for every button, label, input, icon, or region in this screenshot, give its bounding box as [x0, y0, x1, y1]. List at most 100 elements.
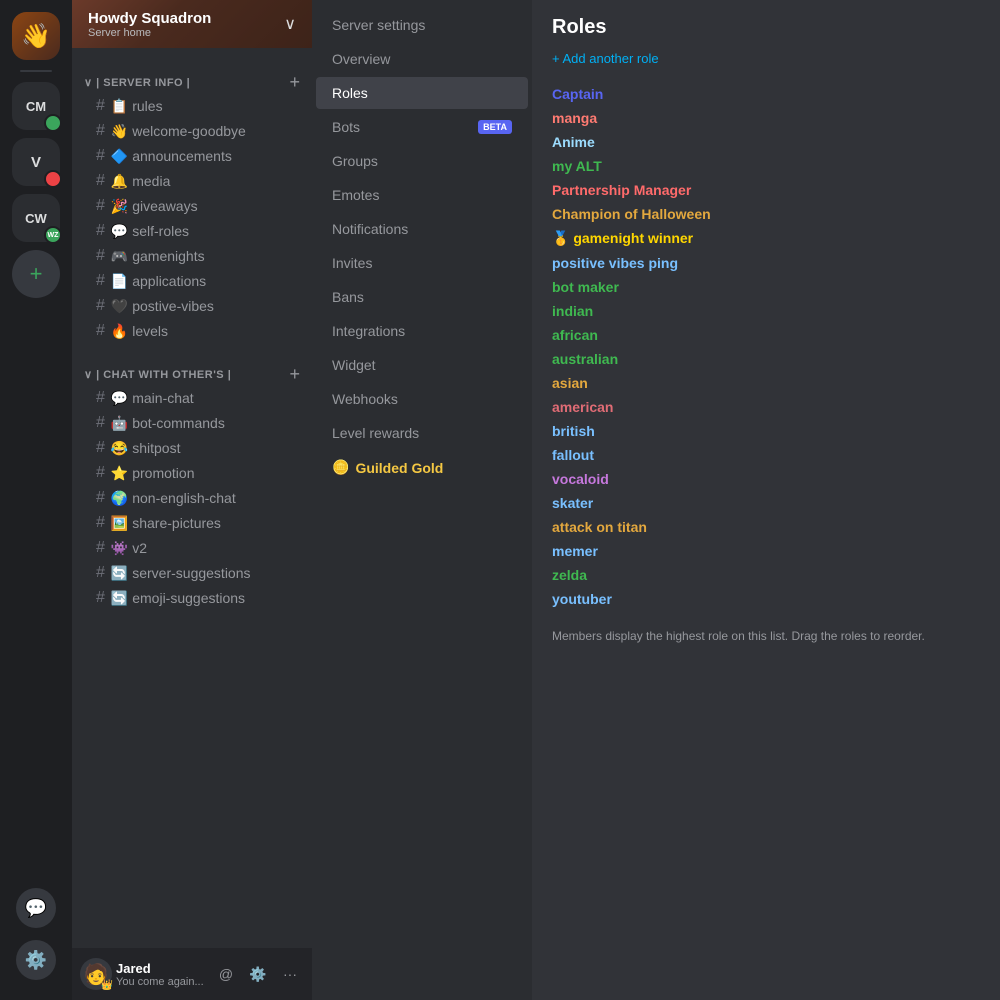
- category-header-chat[interactable]: ∨ | Chat With other's | +: [80, 364, 304, 385]
- hash-icon: #: [96, 147, 105, 165]
- settings-item-overview[interactable]: Overview: [316, 43, 528, 75]
- beta-badge: BETA: [478, 120, 512, 134]
- category-header-server-info[interactable]: ∨ | Server Info | +: [80, 72, 304, 93]
- channel-levels[interactable]: # 🔥 levels: [84, 319, 300, 343]
- role-item-bot-maker[interactable]: bot maker: [552, 275, 980, 299]
- server-icon-cw[interactable]: CW WZ: [12, 194, 60, 242]
- channel-postive-vibes[interactable]: # 🖤 postive-vibes: [84, 294, 300, 318]
- settings-item-bots[interactable]: Bots BETA: [316, 111, 528, 143]
- hash-icon: #: [96, 514, 105, 532]
- settings-item-bans[interactable]: Bans: [316, 281, 528, 313]
- more-button[interactable]: ···: [276, 960, 304, 988]
- role-item-manga[interactable]: manga: [552, 106, 980, 130]
- channel-v2[interactable]: # 👾 v2: [84, 536, 300, 560]
- user-controls: @ ⚙️ ···: [212, 960, 304, 988]
- channel-main-chat[interactable]: # 💬 main-chat: [84, 386, 300, 410]
- server-icon-cm[interactable]: CM: [12, 82, 60, 130]
- hash-icon: #: [96, 389, 105, 407]
- add-role-button[interactable]: + Add another role: [552, 51, 980, 66]
- user-info: Jared You come again...: [116, 961, 208, 988]
- role-item-zelda[interactable]: zelda: [552, 563, 980, 587]
- server-icon-howdy[interactable]: 👋: [12, 12, 60, 60]
- add-server-button[interactable]: +: [12, 250, 60, 298]
- server-icon-cw-badge: WZ: [44, 226, 62, 244]
- role-item-partnership-manager[interactable]: Partnership Manager: [552, 178, 980, 202]
- channel-shitpost[interactable]: # 😂 shitpost: [84, 436, 300, 460]
- role-item-attack-on-titan[interactable]: attack on titan: [552, 515, 980, 539]
- server-name: Howdy Squadron: [88, 10, 211, 27]
- channel-giveaways[interactable]: # 🎉 giveaways: [84, 194, 300, 218]
- server-header-chevron-icon: ∨: [284, 14, 296, 34]
- settings-item-widget[interactable]: Widget: [316, 349, 528, 381]
- settings-item-roles[interactable]: Roles: [316, 77, 528, 109]
- hash-icon: #: [96, 439, 105, 457]
- hash-icon: #: [96, 464, 105, 482]
- settings-item-integrations[interactable]: Integrations: [316, 315, 528, 347]
- server-icon-v-badge: [44, 170, 62, 188]
- hash-icon: #: [96, 197, 105, 215]
- user-name: Jared: [116, 961, 208, 976]
- role-item-positive-vibes-ping[interactable]: positive vibes ping: [552, 251, 980, 275]
- role-item-youtuber[interactable]: youtuber: [552, 587, 980, 611]
- hash-icon: #: [96, 122, 105, 140]
- settings-button[interactable]: ⚙️: [244, 960, 272, 988]
- role-item-champion-of-halloween[interactable]: Champion of Halloween: [552, 202, 980, 226]
- category-name-chat: ∨ | Chat With other's |: [84, 368, 231, 381]
- settings-item-notifications[interactable]: Notifications: [316, 213, 528, 245]
- role-item-australian[interactable]: australian: [552, 347, 980, 371]
- settings-icon-sidebar[interactable]: ⚙️: [16, 940, 56, 980]
- role-item-british[interactable]: british: [552, 419, 980, 443]
- role-item-fallout[interactable]: fallout: [552, 443, 980, 467]
- channel-applications[interactable]: # 📄 applications: [84, 269, 300, 293]
- messaging-icon[interactable]: 💬: [16, 888, 56, 928]
- channel-media[interactable]: # 🔔 media: [84, 169, 300, 193]
- role-item----gamenight-winner[interactable]: 🥇 gamenight winner: [552, 226, 980, 251]
- server-icon-cm-badge: [44, 114, 62, 132]
- channel-server-suggestions[interactable]: # 🔄 server-suggestions: [84, 561, 300, 585]
- hash-icon: #: [96, 589, 105, 607]
- channel-self-roles[interactable]: # 💬 self-roles: [84, 219, 300, 243]
- server-icon-v[interactable]: V: [12, 138, 60, 186]
- channel-welcome-goodbye[interactable]: # 👋 welcome-goodbye: [84, 119, 300, 143]
- user-avatar-container: 🧑 👑: [80, 958, 112, 990]
- settings-item-guilded-gold[interactable]: 🪙 Guilded Gold: [316, 451, 528, 484]
- settings-item-webhooks[interactable]: Webhooks: [316, 383, 528, 415]
- channel-rules[interactable]: # 📋 rules: [84, 94, 300, 118]
- server-header-text: Howdy Squadron Server home: [88, 10, 211, 39]
- role-item-asian[interactable]: asian: [552, 371, 980, 395]
- server-header[interactable]: Howdy Squadron Server home ∨: [72, 0, 312, 48]
- settings-item-level-rewards[interactable]: Level rewards: [316, 417, 528, 449]
- user-area: 🧑 👑 Jared You come again... @ ⚙️ ···: [72, 948, 312, 1000]
- settings-item-emotes[interactable]: Emotes: [316, 179, 528, 211]
- role-item-african[interactable]: african: [552, 323, 980, 347]
- category-server-info: ∨ | Server Info | + # 📋 rules # 👋 welcom…: [72, 56, 312, 348]
- channel-non-english-chat[interactable]: # 🌍 non-english-chat: [84, 486, 300, 510]
- role-item-my-alt[interactable]: my ALT: [552, 154, 980, 178]
- category-add-chat[interactable]: +: [289, 364, 300, 385]
- hash-icon: #: [96, 414, 105, 432]
- role-item-memer[interactable]: memer: [552, 539, 980, 563]
- role-item-vocaloid[interactable]: vocaloid: [552, 467, 980, 491]
- guilded-coin-icon: 🪙: [332, 459, 349, 476]
- role-item-captain[interactable]: Captain: [552, 82, 980, 106]
- channel-share-pictures[interactable]: # 🖼️ share-pictures: [84, 511, 300, 535]
- at-button[interactable]: @: [212, 960, 240, 988]
- settings-panel: Server settings Overview Roles Bots BETA…: [312, 0, 532, 1000]
- role-item-indian[interactable]: indian: [552, 299, 980, 323]
- channel-bot-commands[interactable]: # 🤖 bot-commands: [84, 411, 300, 435]
- settings-item-groups[interactable]: Groups: [316, 145, 528, 177]
- role-item-anime[interactable]: Anime: [552, 130, 980, 154]
- roles-list: CaptainmangaAnimemy ALTPartnership Manag…: [552, 82, 980, 611]
- channel-promotion[interactable]: # ⭐ promotion: [84, 461, 300, 485]
- server-subtitle: Server home: [88, 27, 211, 39]
- roles-footer: Members display the highest role on this…: [552, 627, 980, 645]
- channel-emoji-suggestions[interactable]: # 🔄 emoji-suggestions: [84, 586, 300, 610]
- settings-item-invites[interactable]: Invites: [316, 247, 528, 279]
- channel-gamenights[interactable]: # 🎮 gamenights: [84, 244, 300, 268]
- role-item-skater[interactable]: skater: [552, 491, 980, 515]
- user-tag: You come again...: [116, 976, 208, 988]
- settings-item-server-settings[interactable]: Server settings: [316, 9, 528, 41]
- category-add-server-info[interactable]: +: [289, 72, 300, 93]
- channel-announcements[interactable]: # 🔷 announcements: [84, 144, 300, 168]
- role-item-american[interactable]: american: [552, 395, 980, 419]
